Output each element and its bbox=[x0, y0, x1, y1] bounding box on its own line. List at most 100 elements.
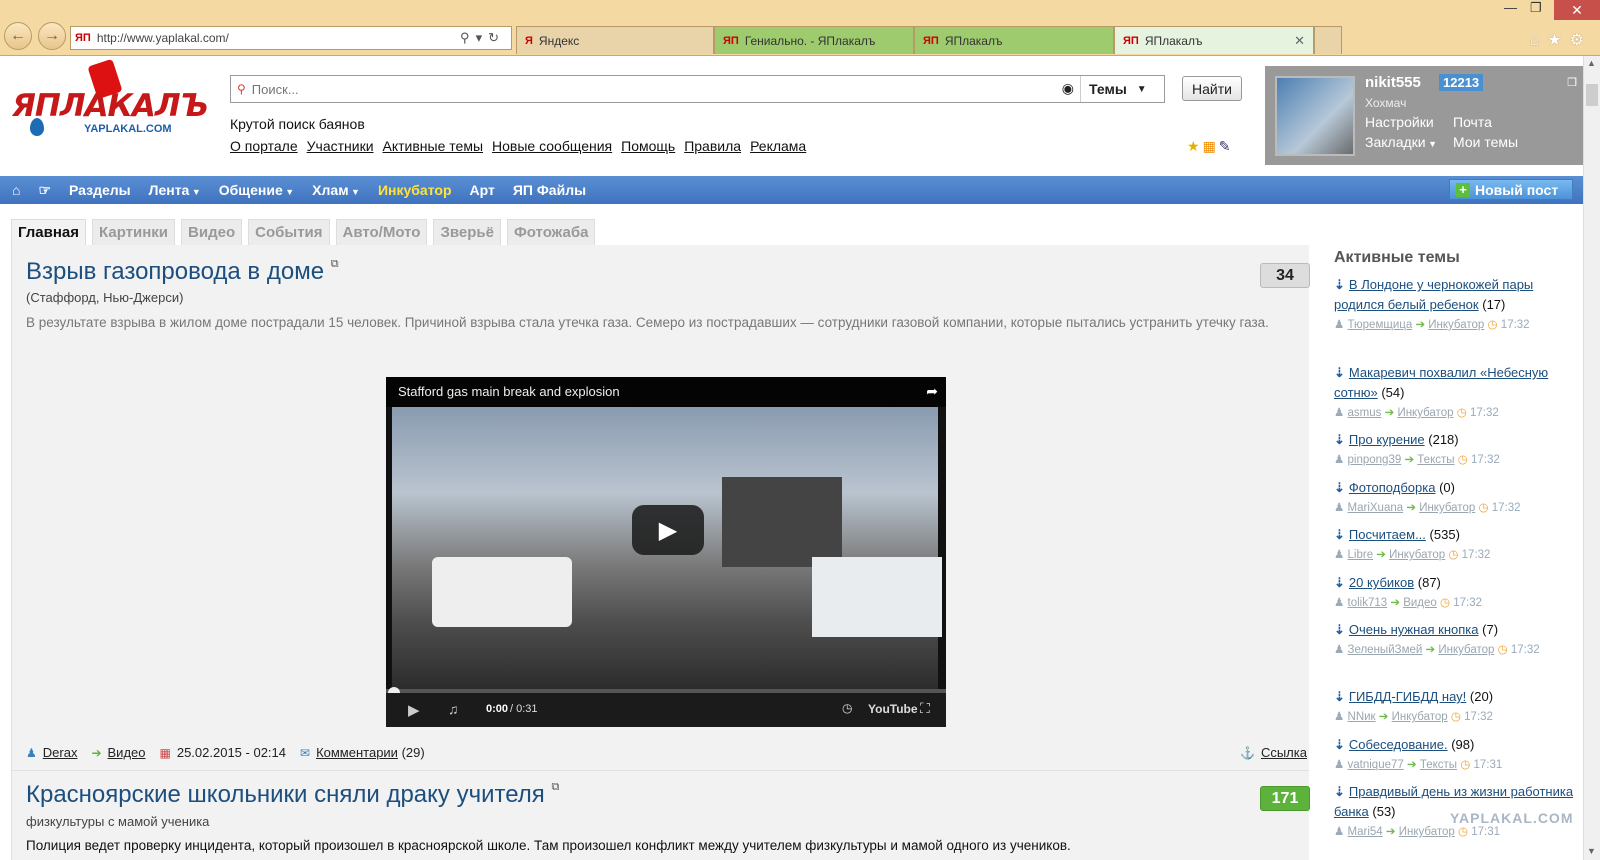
nav-feed[interactable]: Лента ▼ bbox=[149, 182, 201, 198]
video-title[interactable]: Stafford gas main break and explosion bbox=[386, 377, 946, 407]
active-topic-title[interactable]: ГИБДД-ГИБДД нау! bbox=[1349, 689, 1466, 704]
tab-pictures[interactable]: Картинки bbox=[92, 219, 176, 245]
post-section[interactable]: Видео bbox=[108, 745, 146, 760]
forward-button[interactable]: → bbox=[38, 22, 66, 50]
scrollbar[interactable]: ▲ ▼ bbox=[1583, 56, 1600, 860]
comments-link[interactable]: Комментарии bbox=[316, 745, 398, 760]
play-button[interactable]: ▶ bbox=[632, 505, 704, 555]
camera-icon[interactable]: ◉ bbox=[1062, 80, 1074, 97]
active-topic-user[interactable]: ЗеленыйЗмей bbox=[1348, 644, 1423, 656]
minimize-icon[interactable]: — bbox=[1504, 0, 1517, 15]
username[interactable]: nikit555 bbox=[1365, 74, 1421, 91]
nav-incubator[interactable]: Инкубатор bbox=[378, 182, 452, 198]
active-topic-section[interactable]: Инкубатор bbox=[1419, 502, 1475, 514]
rss-icon[interactable]: ▦ bbox=[1203, 138, 1219, 154]
address-bar[interactable]: ЯП http://www.yaplakal.com/ ⚲▾↻ bbox=[70, 26, 512, 50]
volume-icon[interactable]: ♫ bbox=[448, 701, 459, 717]
tab-events[interactable]: События bbox=[248, 219, 330, 245]
new-post-button[interactable]: + Новый пост bbox=[1449, 179, 1573, 200]
search-input[interactable] bbox=[251, 81, 1164, 97]
nav-chat[interactable]: Общение ▼ bbox=[219, 182, 294, 198]
active-topic-section[interactable]: Инкубатор bbox=[1438, 644, 1494, 656]
active-topic-user[interactable]: asmus bbox=[1348, 407, 1382, 419]
active-topic-user[interactable]: Mari54 bbox=[1348, 826, 1383, 838]
tab-auto[interactable]: Авто/Мото bbox=[335, 219, 428, 245]
find-button[interactable]: Найти bbox=[1182, 76, 1242, 101]
active-topic-user[interactable]: MariXuana bbox=[1348, 502, 1404, 514]
my-topics-link[interactable]: Мои темы bbox=[1453, 134, 1518, 150]
scroll-up-icon[interactable]: ▲ bbox=[1587, 58, 1596, 68]
play-icon[interactable]: ▶ bbox=[408, 701, 420, 719]
close-tab-icon[interactable]: ✕ bbox=[1294, 33, 1305, 49]
refresh-icon[interactable]: ↻ bbox=[488, 30, 505, 45]
pencil-icon[interactable]: ✎ bbox=[1219, 138, 1234, 154]
maximize-icon[interactable]: ❐ bbox=[1530, 0, 1542, 16]
pin-icon[interactable]: ❒ bbox=[1567, 76, 1577, 89]
link-members[interactable]: Участники bbox=[307, 138, 374, 154]
nav-junk[interactable]: Хлам ▼ bbox=[312, 182, 360, 198]
thumbs-up-icon[interactable]: ☞ bbox=[38, 182, 51, 199]
back-button[interactable]: ← bbox=[4, 22, 32, 50]
post-author[interactable]: Derax bbox=[43, 745, 78, 760]
tab-yandex[interactable]: Я Яндекс bbox=[516, 26, 714, 54]
link-new-messages[interactable]: Новые сообщения bbox=[492, 138, 612, 154]
watch-later-icon[interactable]: ◷ bbox=[842, 701, 852, 715]
close-window-button[interactable]: ✕ bbox=[1554, 0, 1600, 20]
tab-yaplakal[interactable]: ЯП ЯПлакалъ bbox=[914, 26, 1114, 54]
active-topic-title[interactable]: Макаревич похвалил «Небесную сотню» bbox=[1334, 365, 1548, 400]
post-link[interactable]: ⚓ Ссылка bbox=[1240, 745, 1307, 760]
active-topic-user[interactable]: Тюремщица bbox=[1348, 319, 1413, 331]
tab-video[interactable]: Видео bbox=[181, 219, 243, 245]
link-help[interactable]: Помощь bbox=[621, 138, 675, 154]
site-logo[interactable]: ЯПЛАКАЛЪ YAPLAKAL.COM bbox=[12, 58, 209, 142]
external-link-icon[interactable]: ⧉ bbox=[331, 258, 339, 270]
link-rules[interactable]: Правила bbox=[684, 138, 741, 154]
active-topic-user[interactable]: vatnique77 bbox=[1348, 759, 1404, 771]
home-icon[interactable]: ⌂ bbox=[1530, 32, 1548, 49]
star-icon[interactable]: ★ bbox=[1547, 32, 1569, 49]
active-topic-title[interactable]: Собеседование. bbox=[1349, 737, 1448, 752]
youtube-logo-icon[interactable]: YouTube bbox=[868, 702, 918, 716]
video-player[interactable]: Stafford gas main break and explosion ➦ … bbox=[386, 377, 946, 727]
scroll-thumb[interactable] bbox=[1586, 84, 1598, 106]
active-topic-section[interactable]: Инкубатор bbox=[1389, 549, 1445, 561]
active-topic-section[interactable]: Тексты bbox=[1417, 454, 1454, 466]
new-tab-button[interactable] bbox=[1314, 26, 1342, 54]
active-topic-title[interactable]: Посчитаем... bbox=[1349, 527, 1426, 542]
post-rating-badge[interactable]: 34 bbox=[1260, 263, 1310, 288]
tab-yaplakal-active[interactable]: ЯП ЯПлакалъ ✕ bbox=[1114, 26, 1314, 54]
active-topic-title[interactable]: Очень нужная кнопка bbox=[1349, 622, 1479, 637]
active-topic-title[interactable]: Фотоподборка bbox=[1349, 480, 1436, 495]
nav-files[interactable]: ЯП Файлы bbox=[513, 182, 586, 198]
link-ads[interactable]: Реклама bbox=[750, 138, 806, 154]
active-topic-user[interactable]: tolik713 bbox=[1348, 597, 1388, 609]
tab-genialno[interactable]: ЯП Гениально. - ЯПлакалъ bbox=[714, 26, 914, 54]
post-title[interactable]: Взрыв газопровода в доме ⧉ bbox=[26, 258, 339, 286]
active-topic-title[interactable]: 20 кубиков bbox=[1349, 575, 1414, 590]
nav-sections[interactable]: Разделы bbox=[69, 182, 131, 198]
active-topic-section[interactable]: Инкубатор bbox=[1392, 711, 1448, 723]
search-icon[interactable]: ⚲ bbox=[460, 30, 476, 45]
active-topic-user[interactable]: pinpong39 bbox=[1348, 454, 1402, 466]
tab-main[interactable]: Главная bbox=[11, 219, 87, 245]
scroll-down-icon[interactable]: ▼ bbox=[1587, 846, 1596, 856]
active-topic-section[interactable]: Инкубатор bbox=[1399, 826, 1455, 838]
external-link-icon[interactable]: ⧉ bbox=[551, 781, 559, 793]
active-topic-section[interactable]: Инкубатор bbox=[1428, 319, 1484, 331]
fullscreen-icon[interactable]: ⛶ bbox=[920, 700, 930, 717]
gear-icon[interactable]: ⚙ bbox=[1570, 32, 1592, 49]
tab-animals[interactable]: Зверьё bbox=[433, 219, 501, 245]
active-topic-user[interactable]: NNик bbox=[1348, 711, 1376, 723]
bookmarks-link[interactable]: Закладки ▼ bbox=[1365, 134, 1437, 150]
star-icon[interactable]: ★ bbox=[1187, 138, 1203, 154]
post-title[interactable]: Красноярские школьники сняли драку учите… bbox=[26, 781, 559, 809]
share-icon[interactable]: ➦ bbox=[926, 383, 938, 400]
dropdown-icon[interactable]: ▾ bbox=[476, 30, 489, 45]
nav-art[interactable]: Арт bbox=[470, 182, 495, 198]
link-active-topics[interactable]: Активные темы bbox=[383, 138, 484, 154]
active-topic-title[interactable]: Про курение bbox=[1349, 432, 1425, 447]
active-topic-section[interactable]: Видео bbox=[1403, 597, 1437, 609]
settings-link[interactable]: Настройки bbox=[1365, 114, 1434, 130]
search-scope-select[interactable]: Темы ▼ bbox=[1080, 76, 1164, 102]
home-icon[interactable]: ⌂ bbox=[12, 182, 20, 198]
